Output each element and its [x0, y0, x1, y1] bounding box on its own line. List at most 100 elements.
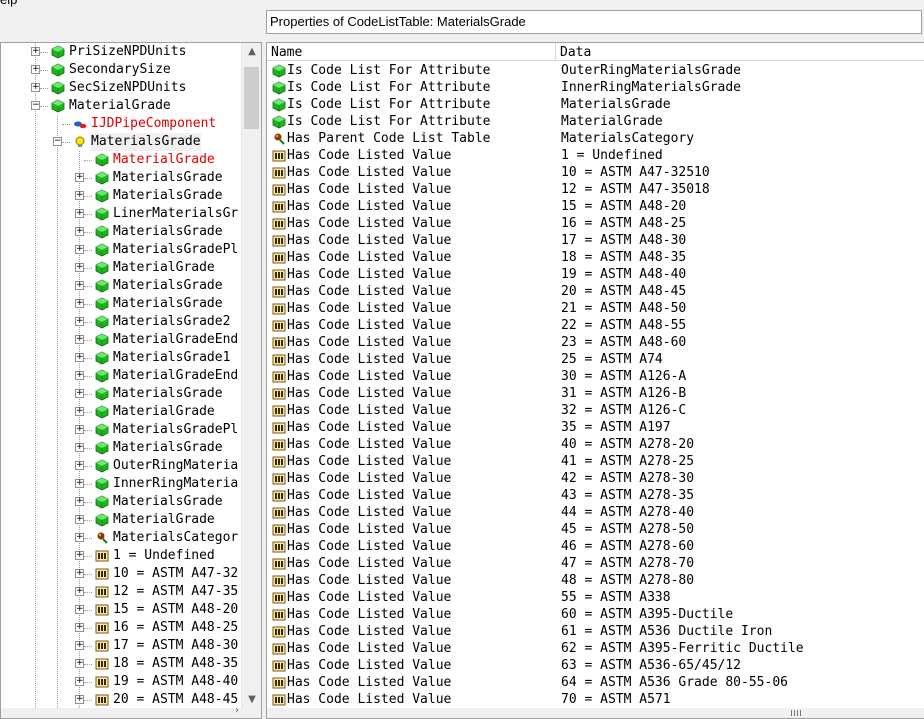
- tree-node[interactable]: + SecondarySize: [1, 61, 241, 79]
- collapse-icon[interactable]: −: [53, 137, 62, 146]
- tree-node[interactable]: +12 = ASTM A47-35: [1, 583, 241, 601]
- property-row[interactable]: Has Code Listed Value 32 = ASTM A126-C: [267, 402, 924, 419]
- tree-node[interactable]: +10 = ASTM A47-32: [1, 565, 241, 583]
- expand-icon[interactable]: +: [75, 371, 84, 380]
- tree-node[interactable]: +15 = ASTM A48-20: [1, 601, 241, 619]
- property-row[interactable]: Has Code Listed Value 25 = ASTM A74: [267, 351, 924, 368]
- expand-icon[interactable]: +: [75, 695, 84, 704]
- tree-node[interactable]: + MaterialsGrade1: [1, 349, 241, 367]
- property-row[interactable]: Has Code Listed Value 15 = ASTM A48-20: [267, 198, 924, 215]
- property-row[interactable]: Has Code Listed Value 16 = ASTM A48-25: [267, 215, 924, 232]
- property-row[interactable]: Has Code Listed Value 20 = ASTM A48-45: [267, 283, 924, 300]
- tree-node[interactable]: − MaterialGrade: [1, 97, 241, 115]
- expand-icon[interactable]: +: [31, 47, 40, 56]
- tree-node[interactable]: + MaterialsGrade: [1, 439, 241, 457]
- property-row[interactable]: Has Code Listed Value 48 = ASTM A278-80: [267, 572, 924, 589]
- scroll-down-arrow-icon[interactable]: ▼: [242, 691, 261, 708]
- property-row[interactable]: Has Code Listed Value 1 = Undefined: [267, 147, 924, 164]
- tree-vertical-scrollbar[interactable]: ▲ ▼: [241, 43, 261, 708]
- property-row[interactable]: Has Code Listed Value 10 = ASTM A47-32510: [267, 164, 924, 181]
- scroll-right-arrow-icon[interactable]: ›: [235, 705, 239, 716]
- tree-node[interactable]: + MaterialGrade: [1, 259, 241, 277]
- property-row[interactable]: Has Code Listed Value 55 = ASTM A338: [267, 589, 924, 606]
- property-row[interactable]: Has Code Listed Value 60 = ASTM A395-Duct…: [267, 606, 924, 623]
- property-row[interactable]: Has Code Listed Value 21 = ASTM A48-50: [267, 300, 924, 317]
- property-row[interactable]: Has Code Listed Value 46 = ASTM A278-60: [267, 538, 924, 555]
- expand-icon[interactable]: +: [75, 209, 84, 218]
- expand-icon[interactable]: +: [75, 587, 84, 596]
- tree-node[interactable]: +20 = ASTM A48-45: [1, 691, 241, 708]
- property-row[interactable]: Has Code Listed Value 70 = ASTM A571: [267, 691, 924, 708]
- property-row[interactable]: Has Code Listed Value 19 = ASTM A48-40: [267, 266, 924, 283]
- expand-icon[interactable]: +: [31, 65, 40, 74]
- property-row[interactable]: Has Code Listed Value 18 = ASTM A48-35: [267, 249, 924, 266]
- expand-icon[interactable]: +: [75, 407, 84, 416]
- tree-node[interactable]: + PriSizeNPDUnits: [1, 43, 241, 61]
- expand-icon[interactable]: +: [75, 515, 84, 524]
- expand-icon[interactable]: +: [75, 299, 84, 308]
- property-row[interactable]: Has Code Listed Value 45 = ASTM A278-50: [267, 521, 924, 538]
- tree-node[interactable]: + MaterialsCategor: [1, 529, 241, 547]
- property-row[interactable]: Has Code Listed Value 43 = ASTM A278-35: [267, 487, 924, 504]
- property-row[interactable]: Has Code Listed Value 17 = ASTM A48-30: [267, 232, 924, 249]
- tree-node[interactable]: + MaterialsGrade: [1, 295, 241, 313]
- expand-icon[interactable]: +: [75, 281, 84, 290]
- property-row[interactable]: Has Code Listed Value 61 = ASTM A536 Duct…: [267, 623, 924, 640]
- tree-node[interactable]: + MaterialsGrade: [1, 169, 241, 187]
- expand-icon[interactable]: +: [75, 173, 84, 182]
- expand-icon[interactable]: +: [75, 443, 84, 452]
- tree-node[interactable]: + InnerRingMateria: [1, 475, 241, 493]
- expand-icon[interactable]: +: [75, 227, 84, 236]
- tree-node[interactable]: +19 = ASTM A48-40: [1, 673, 241, 691]
- expand-icon[interactable]: +: [75, 317, 84, 326]
- tree-node[interactable]: IJDPipeComponent: [1, 115, 241, 133]
- expand-icon[interactable]: +: [75, 335, 84, 344]
- tree-node[interactable]: +16 = ASTM A48-25: [1, 619, 241, 637]
- expand-icon[interactable]: +: [75, 263, 84, 272]
- property-row[interactable]: Has Code Listed Value 12 = ASTM A47-35018: [267, 181, 924, 198]
- expand-icon[interactable]: +: [75, 461, 84, 470]
- scroll-thumb[interactable]: [244, 67, 259, 129]
- tree-node[interactable]: + MaterialsGradePl: [1, 241, 241, 259]
- tree-node[interactable]: + MaterialGradeEnd: [1, 331, 241, 349]
- column-header-name[interactable]: Name: [267, 43, 556, 61]
- tree-node[interactable]: + MaterialsGrade: [1, 385, 241, 403]
- property-row[interactable]: Is Code List For Attribute MaterialGrade: [267, 113, 924, 130]
- expand-icon[interactable]: +: [75, 641, 84, 650]
- property-row[interactable]: Has Code Listed Value 62 = ASTM A395-Ferr…: [267, 640, 924, 657]
- property-row[interactable]: Has Code Listed Value 41 = ASTM A278-25: [267, 453, 924, 470]
- property-row[interactable]: Is Code List For Attribute OuterRingMater…: [267, 62, 924, 79]
- tree-node[interactable]: MaterialGrade: [1, 151, 241, 169]
- property-row[interactable]: Has Code Listed Value 23 = ASTM A48-60: [267, 334, 924, 351]
- expand-icon[interactable]: +: [75, 353, 84, 362]
- tree-node[interactable]: +1 = Undefined: [1, 547, 241, 565]
- collapse-icon[interactable]: −: [31, 101, 40, 110]
- column-header-data[interactable]: Data: [556, 43, 924, 61]
- expand-icon[interactable]: +: [75, 425, 84, 434]
- object-tree[interactable]: + PriSizeNPDUnits + SecondarySize + SecSizeNP…: [0, 42, 262, 719]
- expand-icon[interactable]: +: [75, 551, 84, 560]
- property-row[interactable]: Has Code Listed Value 44 = ASTM A278-40: [267, 504, 924, 521]
- tree-node[interactable]: + SecSizeNPDUnits: [1, 79, 241, 97]
- expand-icon[interactable]: +: [75, 191, 84, 200]
- property-row[interactable]: Has Code Listed Value 30 = ASTM A126-A: [267, 368, 924, 385]
- tree-node[interactable]: + MaterialsGrade: [1, 277, 241, 295]
- tree-node[interactable]: +18 = ASTM A48-35: [1, 655, 241, 673]
- scroll-up-arrow-icon[interactable]: ▲: [242, 43, 261, 60]
- tree-node[interactable]: + MaterialsGradePl: [1, 421, 241, 439]
- expand-icon[interactable]: +: [75, 623, 84, 632]
- property-row[interactable]: Is Code List For Attribute MaterialsGrade: [267, 96, 924, 113]
- property-row[interactable]: Has Code Listed Value 31 = ASTM A126-B: [267, 385, 924, 402]
- expand-icon[interactable]: +: [75, 605, 84, 614]
- property-row[interactable]: Has Code Listed Value 63 = ASTM A536-65/4…: [267, 657, 924, 674]
- tree-node[interactable]: + MaterialGrade: [1, 403, 241, 421]
- property-row[interactable]: Has Code Listed Value 47 = ASTM A278-70: [267, 555, 924, 572]
- expand-icon[interactable]: +: [75, 245, 84, 254]
- property-row[interactable]: Is Code List For Attribute InnerRingMater…: [267, 79, 924, 96]
- expand-icon[interactable]: +: [75, 659, 84, 668]
- properties-grid[interactable]: Name Data Is Code List For Attribute Oute…: [266, 42, 924, 719]
- tree-node[interactable]: + MaterialsGrade: [1, 223, 241, 241]
- tree-node[interactable]: +17 = ASTM A48-30: [1, 637, 241, 655]
- expand-icon[interactable]: +: [75, 389, 84, 398]
- tree-node[interactable]: + MaterialsGrade: [1, 493, 241, 511]
